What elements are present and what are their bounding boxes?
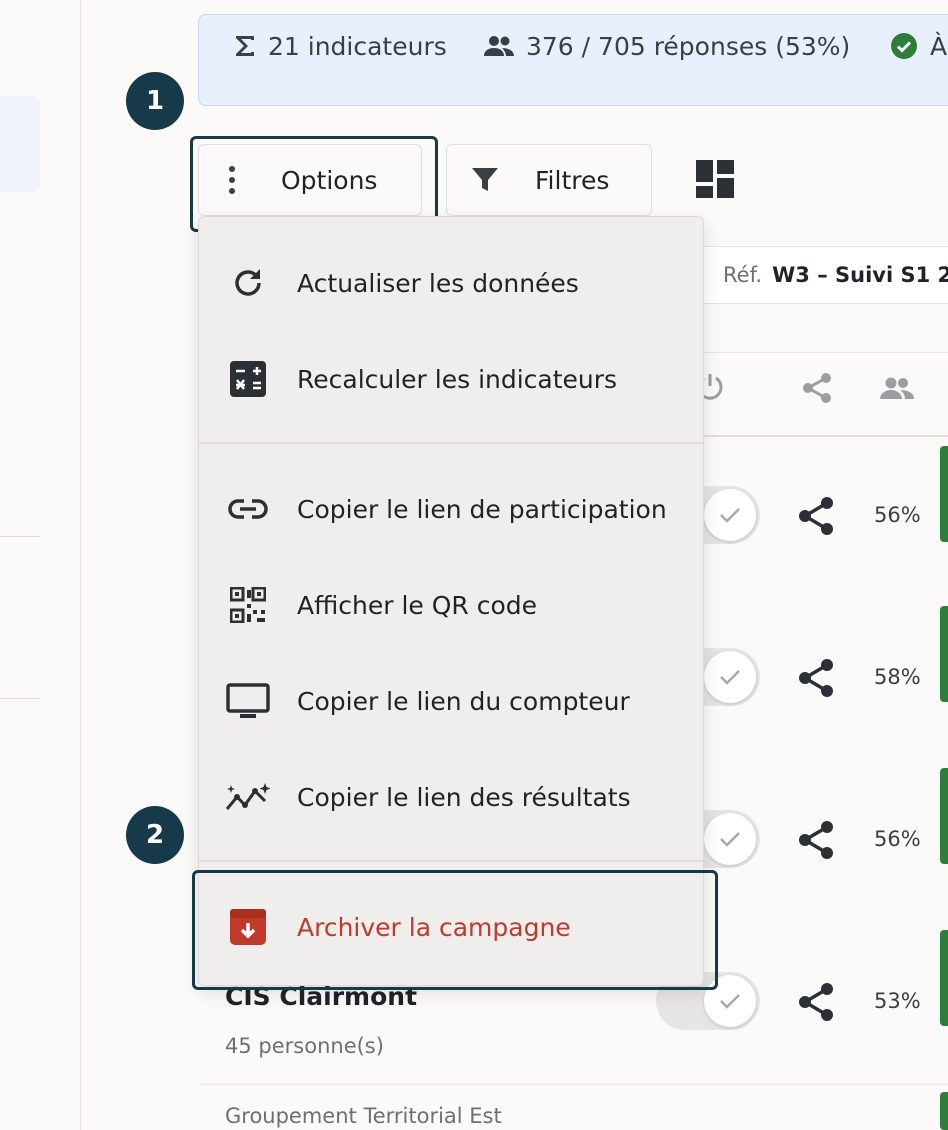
check-icon	[720, 832, 740, 847]
menu-item-refresh[interactable]: Actualiser les données	[199, 235, 703, 331]
share-icon[interactable]	[798, 496, 834, 536]
group-label: Groupement Territorial Est	[225, 1104, 502, 1128]
sidebar-divider	[0, 698, 40, 699]
qr-code-icon	[230, 587, 266, 623]
funnel-icon	[472, 168, 498, 191]
row-percentage: 58%	[874, 665, 921, 689]
row-percentage: 56%	[874, 827, 921, 851]
sidebar-active-item[interactable]	[0, 96, 40, 192]
row-status-bar	[940, 1092, 948, 1130]
monitor-icon	[226, 683, 270, 718]
reference-prefix: Réf.	[723, 263, 763, 287]
step-badge-1: 1	[126, 72, 184, 130]
people-header-icon[interactable]	[880, 376, 914, 400]
dashboard-layout-icon[interactable]	[696, 160, 734, 198]
menu-separator	[199, 442, 703, 444]
people-icon	[484, 36, 514, 56]
step-badge-2: 2	[126, 806, 184, 864]
row-status-bar	[940, 606, 948, 702]
check-icon	[720, 508, 740, 523]
row-people-count: 45 personne(s)	[225, 1034, 384, 1058]
toggle-knob	[704, 489, 756, 541]
menu-item-show-qr-code[interactable]: Afficher le QR code	[199, 557, 703, 653]
menu-separator	[199, 860, 703, 862]
status-text: À	[930, 31, 948, 61]
menu-item-copy-participation-link[interactable]: Copier le lien de participation	[199, 461, 703, 557]
reference-value: W3 – Suivi S1 20	[772, 263, 948, 287]
filters-label: Filtres	[535, 165, 610, 195]
share-icon[interactable]	[798, 658, 834, 698]
menu-item-label: Actualiser les données	[297, 268, 579, 298]
row-status-bar	[940, 930, 948, 1026]
sidebar-divider	[0, 536, 40, 537]
row-divider	[200, 1084, 948, 1085]
row-percentage: 53%	[874, 989, 921, 1013]
chart-sparkle-icon	[225, 783, 271, 810]
share-header-icon[interactable]	[802, 372, 832, 404]
link-icon	[228, 499, 268, 519]
sigma-icon	[236, 36, 254, 56]
status-stat: À	[890, 30, 947, 62]
row-status-bar	[940, 768, 948, 864]
menu-item-label: Recalculer les indicateurs	[297, 364, 618, 394]
share-icon[interactable]	[798, 820, 834, 860]
menu-item-label: Afficher le QR code	[297, 590, 538, 620]
share-icon[interactable]	[798, 982, 834, 1022]
archive-highlight	[192, 870, 718, 990]
calculator-icon	[230, 361, 266, 397]
menu-item-copy-counter-link[interactable]: Copier le lien du compteur	[199, 653, 703, 749]
row-status-bar	[940, 446, 948, 542]
filters-button[interactable]: Filtres	[446, 144, 652, 216]
check-icon	[720, 670, 740, 685]
indicators-count: 21 indicateurs	[268, 31, 447, 61]
menu-item-copy-results-link[interactable]: Copier le lien des résultats	[199, 749, 703, 845]
check-icon	[720, 994, 740, 1009]
row-percentage: 56%	[874, 503, 921, 527]
indicators-stat: 21 indicateurs	[234, 30, 447, 62]
check-circle-icon	[891, 33, 917, 59]
menu-item-recalculate[interactable]: Recalculer les indicateurs	[199, 331, 703, 427]
toggle-knob	[704, 813, 756, 865]
toggle-knob	[704, 651, 756, 703]
reference-bar: Réf. W3 – Suivi S1 20	[700, 246, 948, 304]
refresh-icon	[235, 269, 261, 296]
menu-item-label: Copier le lien du compteur	[297, 686, 630, 716]
responses-count: 376 / 705 réponses (53%)	[526, 31, 851, 61]
responses-stat: 376 / 705 réponses (53%)	[484, 30, 850, 62]
menu-item-label: Copier le lien des résultats	[297, 782, 631, 812]
menu-item-label: Copier le lien de participation	[297, 494, 667, 524]
